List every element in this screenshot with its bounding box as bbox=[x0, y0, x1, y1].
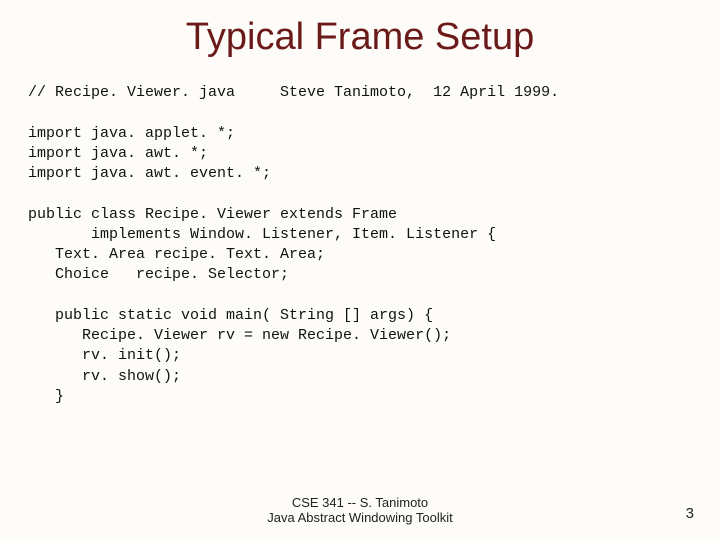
code-line: public class Recipe. Viewer extends Fram… bbox=[28, 206, 397, 223]
code-line: implements Window. Listener, Item. Liste… bbox=[28, 226, 496, 243]
footer-line1: CSE 341 -- S. Tanimoto bbox=[0, 495, 720, 511]
code-line: Text. Area recipe. Text. Area; bbox=[28, 246, 325, 263]
code-block: // Recipe. Viewer. java Steve Tanimoto, … bbox=[28, 83, 720, 407]
code-line: import java. awt. event. *; bbox=[28, 165, 271, 182]
code-line: // Recipe. Viewer. java Steve Tanimoto, … bbox=[28, 84, 559, 101]
code-line: Choice recipe. Selector; bbox=[28, 266, 289, 283]
slide-title: Typical Frame Setup bbox=[0, 0, 720, 59]
page-number: 3 bbox=[686, 505, 694, 522]
code-line: Recipe. Viewer rv = new Recipe. Viewer()… bbox=[28, 327, 451, 344]
code-line: rv. init(); bbox=[28, 347, 181, 364]
slide: Typical Frame Setup // Recipe. Viewer. j… bbox=[0, 0, 720, 540]
code-line: rv. show(); bbox=[28, 368, 181, 385]
slide-footer: CSE 341 -- S. Tanimoto Java Abstract Win… bbox=[0, 495, 720, 526]
code-line: import java. applet. *; bbox=[28, 125, 235, 142]
code-line: } bbox=[28, 388, 64, 405]
code-line: public static void main( String [] args)… bbox=[28, 307, 433, 324]
code-line: import java. awt. *; bbox=[28, 145, 208, 162]
footer-line2: Java Abstract Windowing Toolkit bbox=[0, 510, 720, 526]
